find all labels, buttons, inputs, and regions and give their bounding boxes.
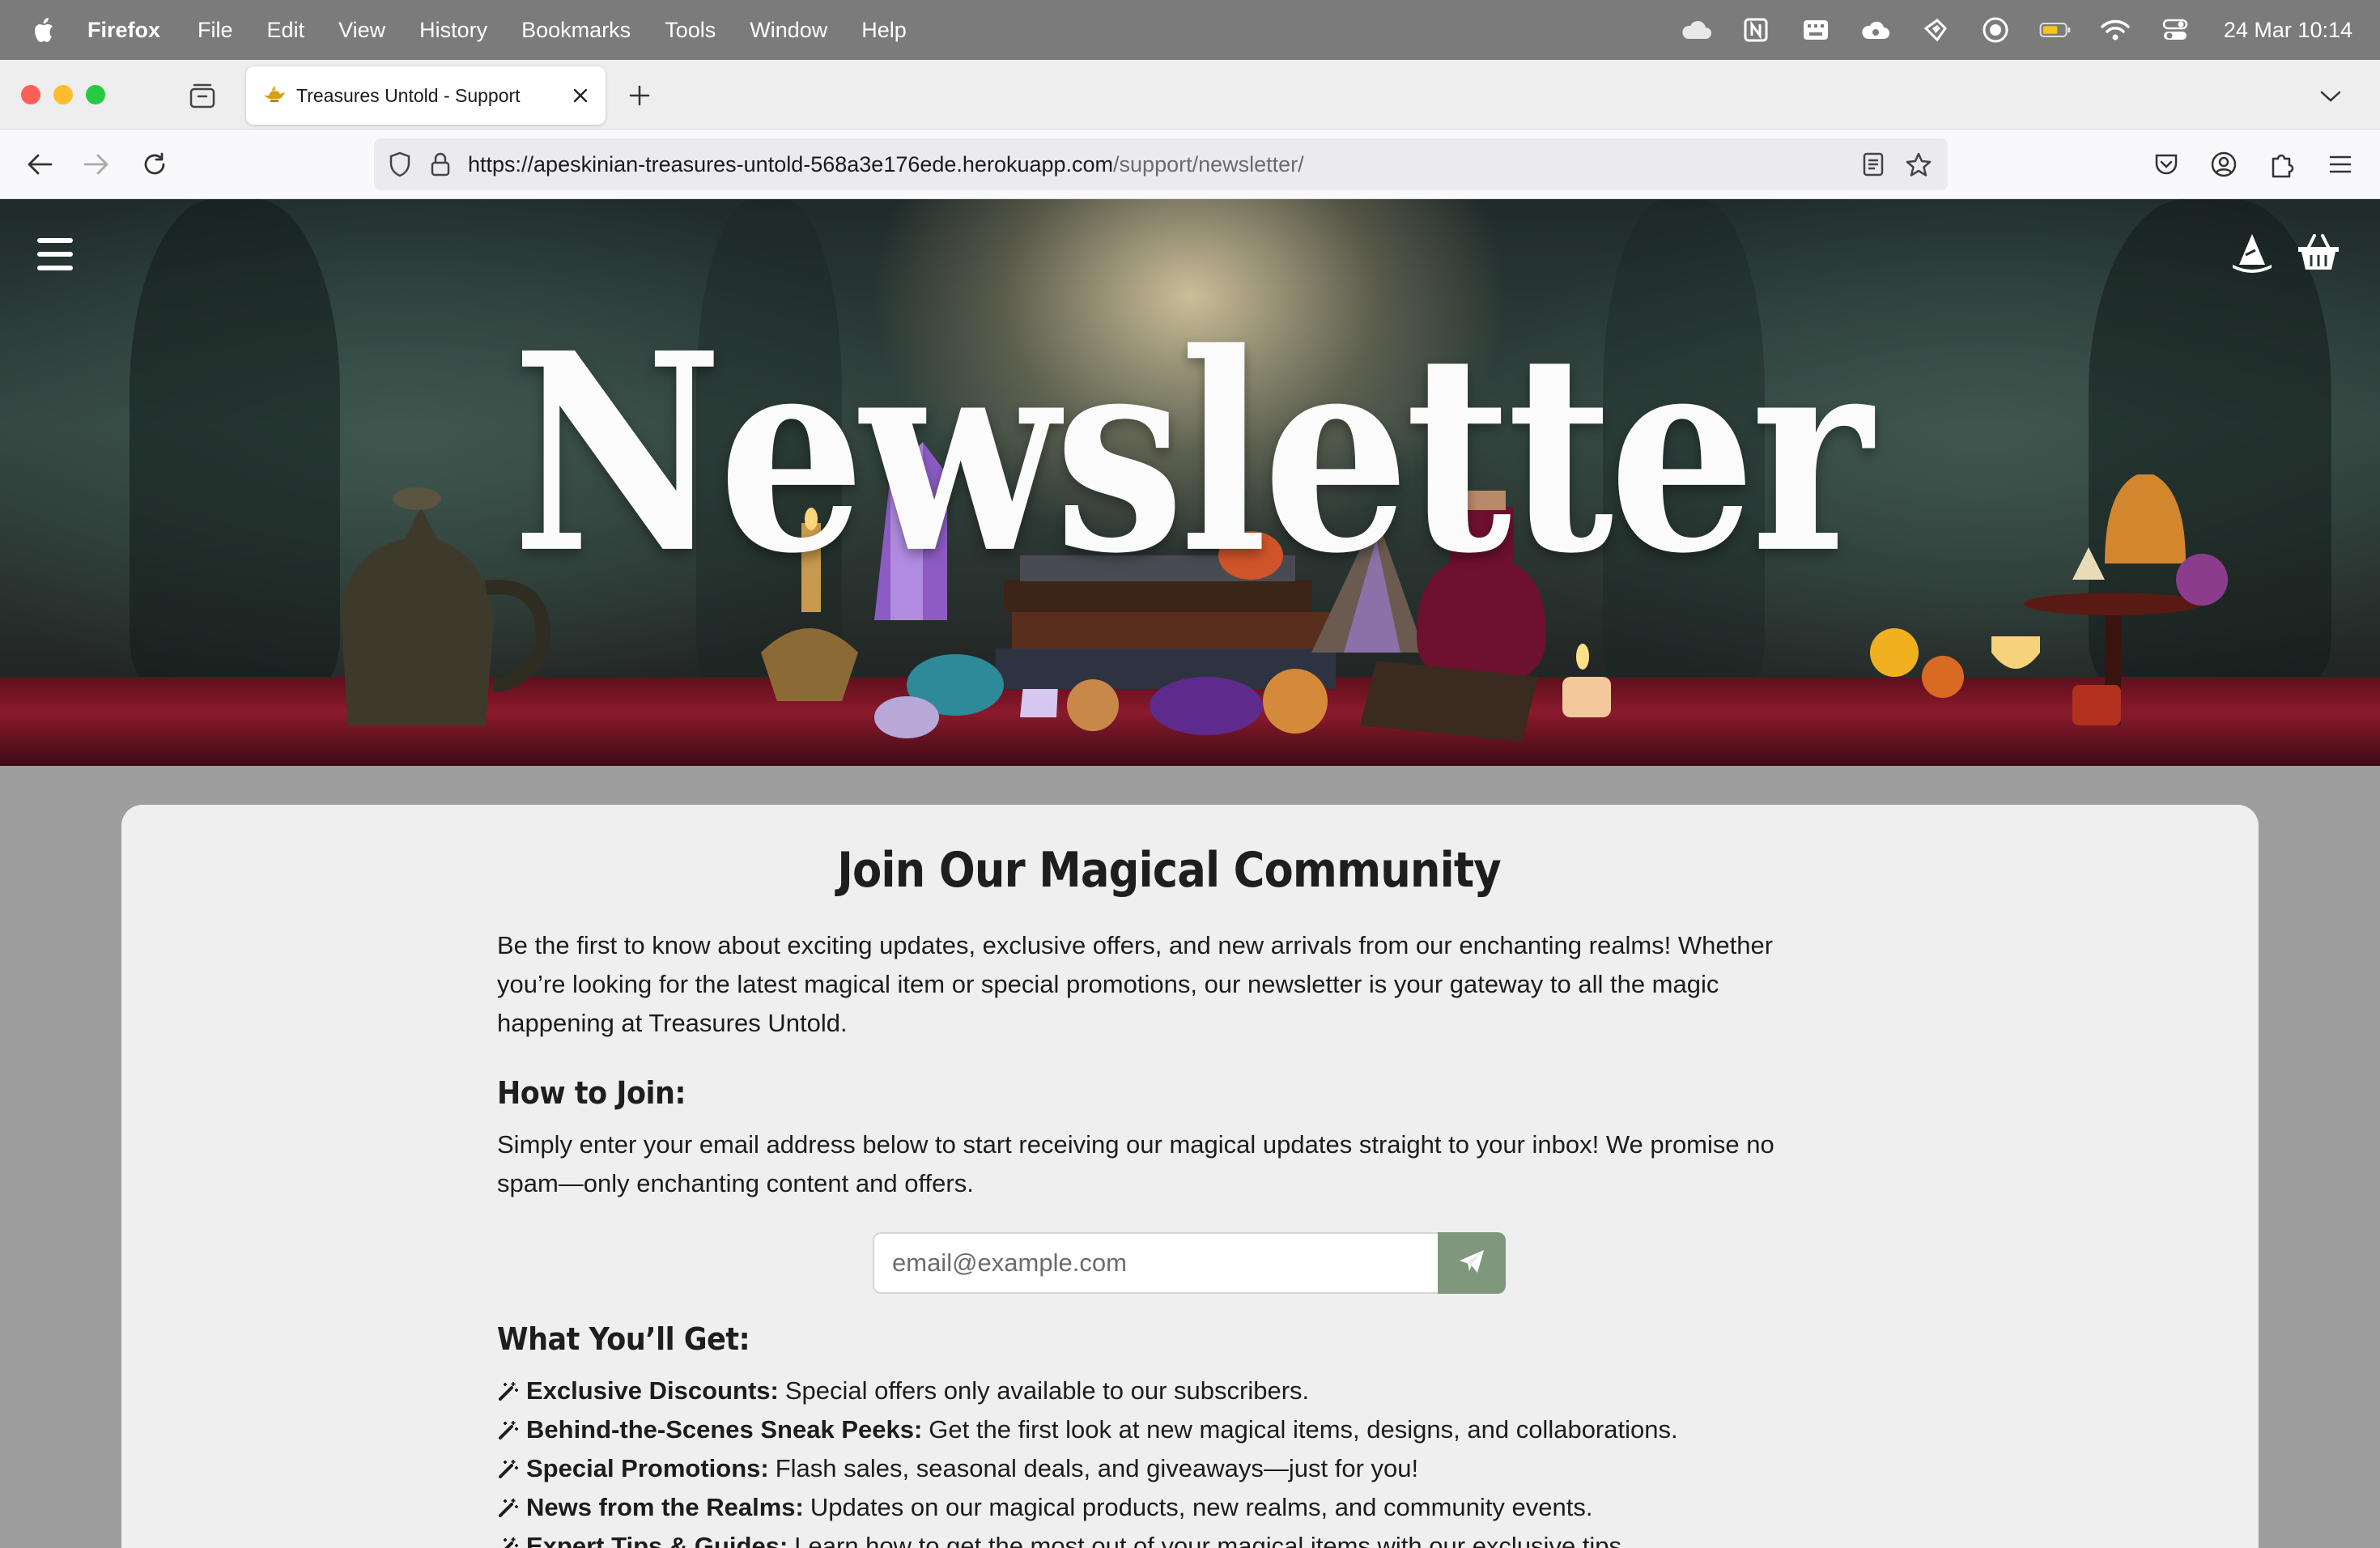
- magic-wand-icon: [497, 1380, 520, 1402]
- magic-wand-icon: [497, 1496, 520, 1519]
- macos-menubar: Firefox File Edit View History Bookmarks…: [0, 0, 2380, 60]
- tab-list-chevron-down-icon[interactable]: [2317, 83, 2344, 110]
- paper-plane-icon: [1458, 1248, 1485, 1278]
- notion-icon[interactable]: [1740, 14, 1772, 46]
- shortcut-icon[interactable]: [1919, 14, 1952, 46]
- cloud-icon[interactable]: [1680, 14, 1712, 46]
- menu-tools[interactable]: Tools: [665, 18, 716, 43]
- email-input[interactable]: [873, 1232, 1438, 1294]
- hero-banner: Newsletter: [0, 199, 2380, 766]
- list-item: News from the Realms: Updates on our magi…: [497, 1488, 1841, 1527]
- menu-window[interactable]: Window: [750, 18, 827, 43]
- new-tab-icon[interactable]: [625, 81, 654, 110]
- app-menu-icon[interactable]: [2323, 147, 2357, 181]
- browser-tabbar: Treasures Untold - Support: [0, 60, 2380, 130]
- cloud-sync-icon[interactable]: [1859, 14, 1892, 46]
- menu-view[interactable]: View: [338, 18, 385, 43]
- subscribe-button[interactable]: [1438, 1232, 1506, 1294]
- intro-paragraph: Be the first to know about exciting upda…: [497, 931, 1774, 1037]
- hamburger-line: [37, 266, 73, 270]
- page-viewport: Newsletter Join Our Magical Community Be…: [0, 199, 2380, 1548]
- clock[interactable]: 24 Mar 10:14: [2224, 18, 2352, 43]
- benefit-text: Flash sales, seasonal deals, and giveawa…: [775, 1454, 1419, 1482]
- hamburger-line: [37, 252, 73, 257]
- what-youll-get-heading: What You’ll Get:: [497, 1321, 750, 1357]
- how-to-join-text: Simply enter your email address below to…: [497, 1130, 1774, 1197]
- benefit-title: Behind-the-Scenes Sneak Peeks:: [526, 1415, 923, 1444]
- magic-wand-icon: [497, 1418, 520, 1441]
- control-center-icon[interactable]: [2159, 14, 2191, 46]
- benefit-text: Get the first look at new magical items,…: [929, 1415, 1678, 1444]
- benefit-title: News from the Realms:: [526, 1493, 804, 1521]
- pocket-icon[interactable]: [2149, 147, 2183, 181]
- benefit-title: Exclusive Discounts:: [526, 1376, 779, 1405]
- reader-view-icon[interactable]: [1857, 148, 1889, 181]
- wifi-icon[interactable]: [2099, 14, 2131, 46]
- benefit-title: Expert Tips & Guides:: [526, 1532, 788, 1548]
- forward-arrow-icon[interactable]: [79, 147, 113, 181]
- back-arrow-icon[interactable]: [23, 147, 57, 181]
- menu-history[interactable]: History: [419, 18, 487, 43]
- address-bar[interactable]: https://apeskinian-treasures-untold-568a…: [374, 138, 1948, 190]
- wizard-hat-icon[interactable]: [2228, 228, 2276, 277]
- status-area: 24 Mar 10:14: [1680, 0, 2352, 60]
- minimize-window-button[interactable]: [53, 85, 73, 104]
- benefits-list: Exclusive Discounts: Special offers only …: [497, 1372, 1841, 1548]
- url-text[interactable]: https://apeskinian-treasures-untold-568a…: [468, 152, 1857, 177]
- close-tab-icon[interactable]: [567, 82, 594, 109]
- magic-wand-icon: [497, 1457, 520, 1480]
- close-window-button[interactable]: [21, 85, 40, 104]
- benefit-text: Updates on our magical products, new rea…: [810, 1493, 1593, 1521]
- tab-title: Treasures Untold - Support: [296, 84, 521, 106]
- battery-icon: [2039, 14, 2072, 46]
- reload-icon[interactable]: [138, 147, 172, 181]
- tab-manager-icon[interactable]: [188, 81, 217, 110]
- list-item: Exclusive Discounts: Special offers only …: [497, 1372, 1841, 1410]
- hero-title: Newsletter: [512, 293, 1873, 614]
- newsletter-content: Join Our Magical Community Be the first …: [497, 842, 1841, 1548]
- focus-icon[interactable]: [1979, 14, 2012, 46]
- benefit-title: Special Promotions:: [526, 1454, 769, 1482]
- hamburger-menu-icon[interactable]: [37, 238, 73, 270]
- lock-icon[interactable]: [427, 150, 453, 179]
- menu-app-firefox[interactable]: Firefox: [87, 18, 160, 43]
- menu-help[interactable]: Help: [861, 18, 907, 43]
- how-to-join-heading: How to Join:: [497, 1075, 686, 1111]
- magic-wand-icon: [497, 1535, 520, 1548]
- page-heading: Join Our Magical Community: [837, 842, 1501, 899]
- basket-icon[interactable]: [2294, 228, 2343, 277]
- newsletter-card: Join Our Magical Community Be the first …: [121, 805, 2259, 1548]
- extensions-puzzle-icon[interactable]: [2264, 147, 2298, 181]
- apple-icon[interactable]: [32, 17, 57, 43]
- url-path: /support/newsletter/: [1113, 151, 1304, 176]
- menu-file[interactable]: File: [198, 18, 233, 43]
- menu-edit[interactable]: Edit: [267, 18, 305, 43]
- account-icon[interactable]: [2207, 147, 2241, 181]
- genie-lamp-favicon-icon: [261, 83, 287, 108]
- zoom-window-button[interactable]: [86, 85, 105, 104]
- tracking-protection-shield-icon[interactable]: [385, 150, 414, 179]
- menu-bookmarks[interactable]: Bookmarks: [521, 18, 631, 43]
- benefit-text: Special offers only available to our sub…: [784, 1376, 1310, 1405]
- list-item: Special Promotions: Flash sales, seasonal…: [497, 1449, 1841, 1488]
- list-item: Expert Tips & Guides: Learn how to get th…: [497, 1527, 1841, 1548]
- tab-active[interactable]: Treasures Untold - Support: [246, 66, 606, 125]
- bookmark-star-icon[interactable]: [1902, 148, 1935, 181]
- url-host: https://apeskinian-treasures-untold-568a…: [468, 151, 1114, 176]
- newsletter-signup-form: [873, 1232, 1506, 1294]
- benefit-text: Learn how to get the most out of your ma…: [794, 1532, 1629, 1548]
- hamburger-line: [37, 238, 73, 243]
- keyboard-icon[interactable]: [1800, 14, 1832, 46]
- browser-navbar: https://apeskinian-treasures-untold-568a…: [0, 130, 2380, 199]
- list-item: Behind-the-Scenes Sneak Peeks: Get the fi…: [497, 1410, 1841, 1449]
